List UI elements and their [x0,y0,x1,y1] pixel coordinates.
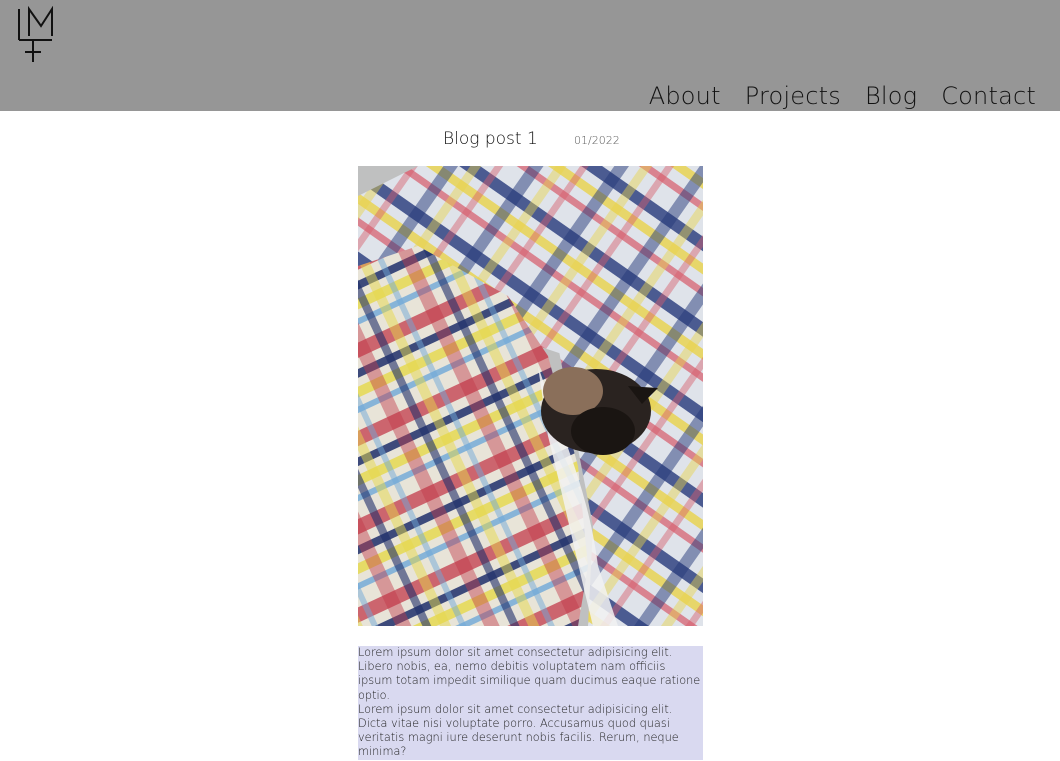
post-date: 01/2022 [574,134,620,147]
cat-photo-icon [358,166,703,626]
post-image [358,166,703,626]
nav-blog[interactable]: Blog [865,80,917,112]
main-nav: About Projects Blog Contact [649,80,1036,112]
nav-contact[interactable]: Contact [941,80,1036,112]
site-header: About Projects Blog Contact [0,0,1060,111]
post-paragraph: Lorem ipsum dolor sit amet consectetur a… [358,646,701,702]
post-title: Blog post 1 [443,129,538,149]
lm-logo-icon[interactable] [16,6,56,64]
post-body: Lorem ipsum dolor sit amet consectetur a… [358,646,703,760]
post-paragraph: Lorem ipsum dolor sit amet consectetur a… [358,702,679,759]
nav-projects[interactable]: Projects [745,80,841,112]
nav-about[interactable]: About [649,80,721,112]
